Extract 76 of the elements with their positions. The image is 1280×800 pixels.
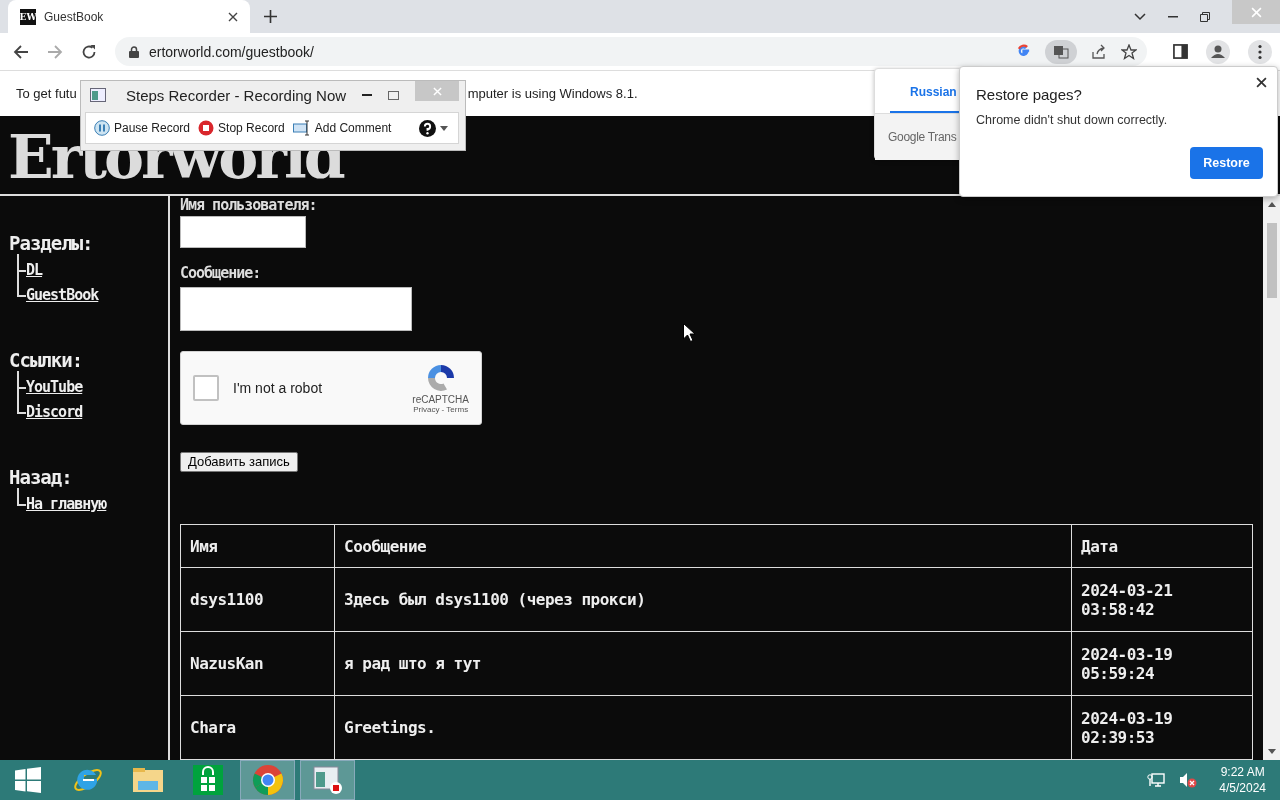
- table-cell: Chara: [180, 695, 335, 760]
- info-bar-text: mputer is using Windows 8.1.: [467, 86, 638, 101]
- clock-time[interactable]: 9:22 AM: [1220, 764, 1265, 780]
- name-input[interactable]: [180, 216, 306, 248]
- chevron-icon[interactable]: [1134, 12, 1146, 21]
- close-icon[interactable]: [228, 11, 238, 22]
- shopping-bag-icon[interactable]: [192, 765, 223, 795]
- recorder-app-icon: [90, 88, 106, 102]
- tree-line: [17, 371, 26, 396]
- minimize-icon[interactable]: [1168, 15, 1178, 18]
- sidebar-link[interactable]: На главную: [26, 495, 107, 513]
- reload-icon[interactable]: [81, 43, 97, 60]
- menu-icon[interactable]: [1248, 39, 1272, 64]
- sidebar-link[interactable]: Discord: [26, 403, 83, 421]
- table-cell: Greetings.: [334, 695, 1072, 760]
- scrollbar[interactable]: [1263, 196, 1280, 760]
- captcha-brand: reCAPTCHA: [412, 394, 469, 405]
- taskbar-recorder-button[interactable]: [300, 760, 355, 800]
- table-cell: 2024-03-21 03:58:42: [1071, 567, 1253, 632]
- sidebar-heading: Назад:: [9, 466, 73, 488]
- restore-button[interactable]: Restore: [1190, 147, 1263, 179]
- captcha-label: I'm not a robot: [233, 380, 323, 396]
- form-label: Сообщение:: [180, 263, 261, 282]
- clock-date[interactable]: 4/5/2024: [1219, 780, 1266, 796]
- scroll-down-icon[interactable]: [1267, 749, 1276, 754]
- translate-icon[interactable]: [1045, 39, 1077, 64]
- column-header: Имя: [180, 524, 335, 568]
- google-icon[interactable]: [1016, 44, 1031, 59]
- mouse-cursor-icon: [683, 323, 695, 342]
- maximize-icon[interactable]: [388, 90, 399, 100]
- form-label: Имя пользователя:: [180, 196, 317, 214]
- info-bar-text: To get futu: [16, 86, 77, 101]
- sidebar-link[interactable]: DL: [26, 261, 43, 279]
- message-input[interactable]: [180, 286, 412, 332]
- lock-icon: [129, 45, 139, 58]
- scrollbar-thumb[interactable]: [1266, 223, 1277, 298]
- sidebar-heading: Разделы:: [9, 232, 94, 254]
- close-icon[interactable]: [1256, 77, 1267, 88]
- side-panel-icon[interactable]: [1173, 44, 1188, 59]
- profile-icon[interactable]: [1206, 39, 1230, 64]
- table-cell: 2024-03-19 05:59:24: [1071, 631, 1253, 696]
- share-icon[interactable]: [1091, 43, 1107, 60]
- windows-logo-icon[interactable]: [14, 767, 41, 793]
- recorder-icon[interactable]: [311, 765, 344, 795]
- browser-icon[interactable]: [251, 764, 284, 796]
- back-icon[interactable]: [13, 43, 29, 60]
- browser-tab[interactable]: EW GuestBook: [8, 0, 250, 33]
- column-header: Дата: [1071, 524, 1253, 568]
- tab-title: GuestBook: [44, 9, 105, 24]
- taskbar-browser-button[interactable]: [240, 760, 295, 800]
- captcha-checkbox[interactable]: [193, 375, 219, 401]
- column-header: Сообщение: [334, 524, 1072, 568]
- tree-line: [17, 254, 26, 279]
- help-icon[interactable]: [419, 119, 436, 137]
- folder-icon[interactable]: [131, 766, 164, 794]
- network-icon[interactable]: [1147, 772, 1166, 788]
- table-cell: Здесь был dsys1100 (через прокси): [334, 567, 1072, 632]
- dialog-title: Restore pages?: [976, 86, 1082, 103]
- restore-window-icon[interactable]: [1200, 11, 1210, 22]
- address-bar[interactable]: ertorworld.com/guestbook/: [115, 37, 1147, 66]
- scroll-up-icon[interactable]: [1267, 202, 1276, 207]
- sidebar-link[interactable]: YouTube: [26, 378, 83, 396]
- table-cell: dsys1100: [180, 567, 335, 632]
- dropdown-arrow-icon[interactable]: [440, 125, 448, 131]
- muted-speaker-icon[interactable]: [1179, 772, 1198, 788]
- new-tab-icon[interactable]: [264, 10, 277, 23]
- window-title: Steps Recorder - Recording Now: [126, 86, 347, 104]
- star-icon[interactable]: [1121, 43, 1137, 60]
- submit-button[interactable]: Добавить запись: [180, 451, 298, 472]
- table-cell: я рад што я тут: [334, 631, 1072, 696]
- site-favicon: EW: [20, 8, 36, 25]
- sidebar-heading: Ссылки:: [9, 349, 84, 371]
- captcha-links[interactable]: Privacy - Terms: [413, 405, 469, 414]
- table-cell: NazusKan: [180, 631, 335, 696]
- sidebar-link[interactable]: GuestBook: [26, 286, 99, 304]
- table-cell: 2024-03-19 02:39:53: [1071, 695, 1253, 760]
